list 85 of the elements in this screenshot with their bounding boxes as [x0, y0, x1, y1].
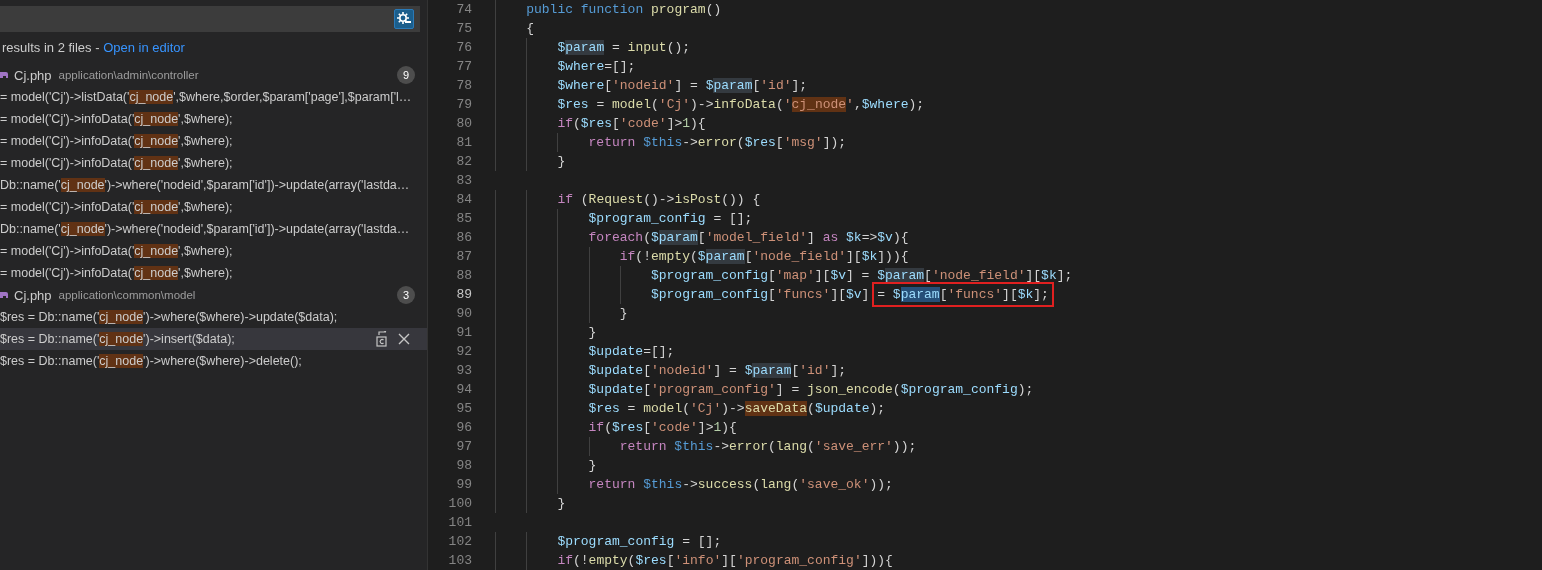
- line-number: 85: [455, 211, 472, 226]
- match-count: 9: [397, 66, 415, 84]
- line-number: 100: [447, 496, 472, 511]
- code-line: }: [495, 456, 1542, 475]
- line-number: 84: [455, 192, 472, 207]
- code-line: $where['nodeid'] = $param['id'];: [495, 76, 1542, 95]
- code-line: $res = model('Cj')->infoData('cj_node',$where);: [495, 95, 1542, 114]
- close-icon[interactable]: [397, 332, 411, 346]
- code-line: $update=[];: [495, 342, 1542, 361]
- line-number: 102: [447, 534, 472, 549]
- code-line: return $this->error(lang('save_err'));: [495, 437, 1542, 456]
- line-number: 76: [455, 40, 472, 55]
- code-line: $program_config = [];: [495, 532, 1542, 551]
- code-line: $where=[];: [495, 57, 1542, 76]
- code-line: {: [495, 19, 1542, 38]
- line-number: 91: [455, 325, 472, 340]
- code-line: return $this->success(lang('save_ok'));: [495, 475, 1542, 494]
- line-number: 99: [455, 477, 472, 492]
- code-line: $program_config['map'][$v] = $param['node_field'][$k];: [495, 266, 1542, 285]
- line-number: 78: [455, 78, 472, 93]
- code-line: if (Request()->isPost()) {: [495, 190, 1542, 209]
- search-result[interactable]: Db::name('cj_node')->where('nodeid',$param['id'])->update(array('lastda…: [0, 174, 427, 196]
- code-line: }: [495, 304, 1542, 323]
- code-line: if($res['code']>1){: [495, 114, 1542, 133]
- code-line: }: [495, 152, 1542, 171]
- search-result[interactable]: = model('Cj')->infoData('cj_node',$where);: [0, 108, 427, 130]
- line-number: 97: [455, 439, 472, 454]
- file-path: application\common\model: [58, 289, 197, 301]
- line-number: 83: [455, 173, 472, 188]
- file-name[interactable]: Cj.php: [14, 287, 52, 303]
- line-number: 90: [455, 306, 472, 321]
- results-summary: results in 2 files -: [2, 39, 101, 55]
- line-number: 89: [455, 287, 472, 302]
- line-number: 101: [447, 515, 472, 530]
- line-number: 95: [455, 401, 472, 416]
- line-number: 74: [455, 2, 472, 17]
- search-result[interactable]: = model('Cj')->infoData('cj_node',$where);: [0, 262, 427, 284]
- search-result[interactable]: = model('Cj')->infoData('cj_node',$where);: [0, 196, 427, 218]
- code-line: return $this->error($res['msg']);: [495, 133, 1542, 152]
- search-result[interactable]: = model('Cj')->infoData('cj_node',$where);: [0, 152, 427, 174]
- line-number: 96: [455, 420, 472, 435]
- code-line: $program_config = [];: [495, 209, 1542, 228]
- file-path: application\admin\controller: [58, 69, 200, 81]
- line-number: 98: [455, 458, 472, 473]
- gear-icon: [396, 11, 412, 27]
- line-number: 87: [455, 249, 472, 264]
- code-line: if($res['code']>1){: [495, 418, 1542, 437]
- match-count: 3: [397, 286, 415, 304]
- search-result[interactable]: $res = Db::name('cj_node')->where($where)->update($data);: [0, 306, 427, 328]
- code-line: $program_config['funcs'][$v] = $param['funcs'][$k];: [495, 285, 1542, 304]
- line-number: 80: [455, 116, 472, 131]
- line-number: 82: [455, 154, 472, 169]
- code-line: if(!empty($param['node_field'][$k])){: [495, 247, 1542, 266]
- line-number: 94: [455, 382, 472, 397]
- code-line: if(!empty($res['info']['program_config'])){: [495, 551, 1542, 570]
- search-result[interactable]: $res = Db::name('cj_node')->where($where)->delete();: [0, 350, 427, 372]
- line-number: 75: [455, 21, 472, 36]
- line-number: 92: [455, 344, 472, 359]
- code-line: $param = input();: [495, 38, 1542, 57]
- search-field[interactable]: [0, 6, 420, 32]
- line-number: 86: [455, 230, 472, 245]
- code-line: foreach($param['model_field'] as $k=>$v){: [495, 228, 1542, 247]
- line-number: 88: [455, 268, 472, 283]
- code-line: public function program(): [495, 0, 1542, 19]
- line-number: 103: [447, 553, 472, 568]
- code-line: $res = model('Cj')->saveData($update);: [495, 399, 1542, 418]
- search-result[interactable]: $res = Db::name('cj_node')->insert($data);: [0, 328, 427, 350]
- code-line: }: [495, 494, 1542, 513]
- replace-icon[interactable]: [375, 331, 389, 347]
- line-number: 77: [455, 59, 472, 74]
- open-in-editor-link[interactable]: Open in editor: [103, 39, 185, 55]
- line-number: 81: [455, 135, 472, 150]
- code-line: $update['program_config'] = json_encode($program_config);: [495, 380, 1542, 399]
- elephant-icon: [0, 290, 8, 300]
- elephant-icon: [0, 70, 8, 80]
- search-result[interactable]: = model('Cj')->infoData('cj_node',$where);: [0, 240, 427, 262]
- code-line: }: [495, 323, 1542, 342]
- exclude-settings-toggle[interactable]: [394, 9, 414, 29]
- file-name[interactable]: Cj.php: [14, 67, 52, 83]
- line-number: 79: [455, 97, 472, 112]
- line-number: 93: [455, 363, 472, 378]
- search-result[interactable]: = model('Cj')->infoData('cj_node',$where);: [0, 130, 427, 152]
- search-result[interactable]: Db::name('cj_node')->where('nodeid',$param['id'])->update(array('lastda…: [0, 218, 427, 240]
- search-result[interactable]: = model('Cj')->listData('cj_node',$where,$order,$param['page'],$param['l…: [0, 86, 427, 108]
- code-line: $update['nodeid'] = $param['id'];: [495, 361, 1542, 380]
